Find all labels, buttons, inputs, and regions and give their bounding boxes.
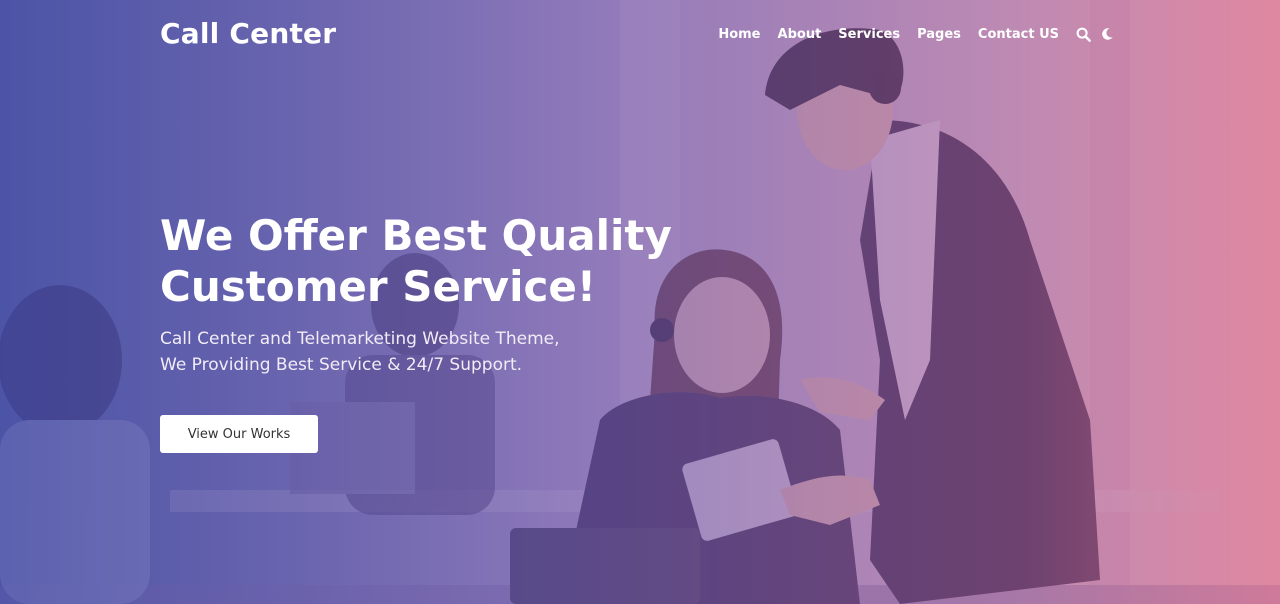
nav-link-services[interactable]: Services xyxy=(838,27,900,42)
nav-link-contact[interactable]: Contact US xyxy=(978,27,1059,42)
nav-link-home[interactable]: Home xyxy=(718,27,760,42)
hero-title-line-2: Customer Service! xyxy=(160,262,596,311)
search-icon[interactable] xyxy=(1075,26,1091,42)
top-navigation-bar: Call Center Home About Services Pages Co… xyxy=(0,0,1280,72)
site-logo[interactable]: Call Center xyxy=(160,17,336,50)
nav-link-about[interactable]: About xyxy=(778,27,822,42)
nav-link-pages[interactable]: Pages xyxy=(917,27,961,42)
hero-title-line-1: We Offer Best Quality xyxy=(160,211,672,260)
hero-subtitle: Call Center and Telemarketing Website Th… xyxy=(160,326,620,378)
moon-icon[interactable] xyxy=(1099,26,1115,42)
hero-subtitle-line-1: Call Center and Telemarketing Website Th… xyxy=(160,329,560,349)
main-menu: Home About Services Pages Contact US xyxy=(701,26,1115,42)
hero-section: Call Center Home About Services Pages Co… xyxy=(0,0,1280,604)
hero-subtitle-line-2: We Providing Best Service & 24/7 Support… xyxy=(160,355,523,375)
view-our-works-button[interactable]: View Our Works xyxy=(160,415,318,453)
hero-title: We Offer Best Quality Customer Service! xyxy=(160,210,680,312)
